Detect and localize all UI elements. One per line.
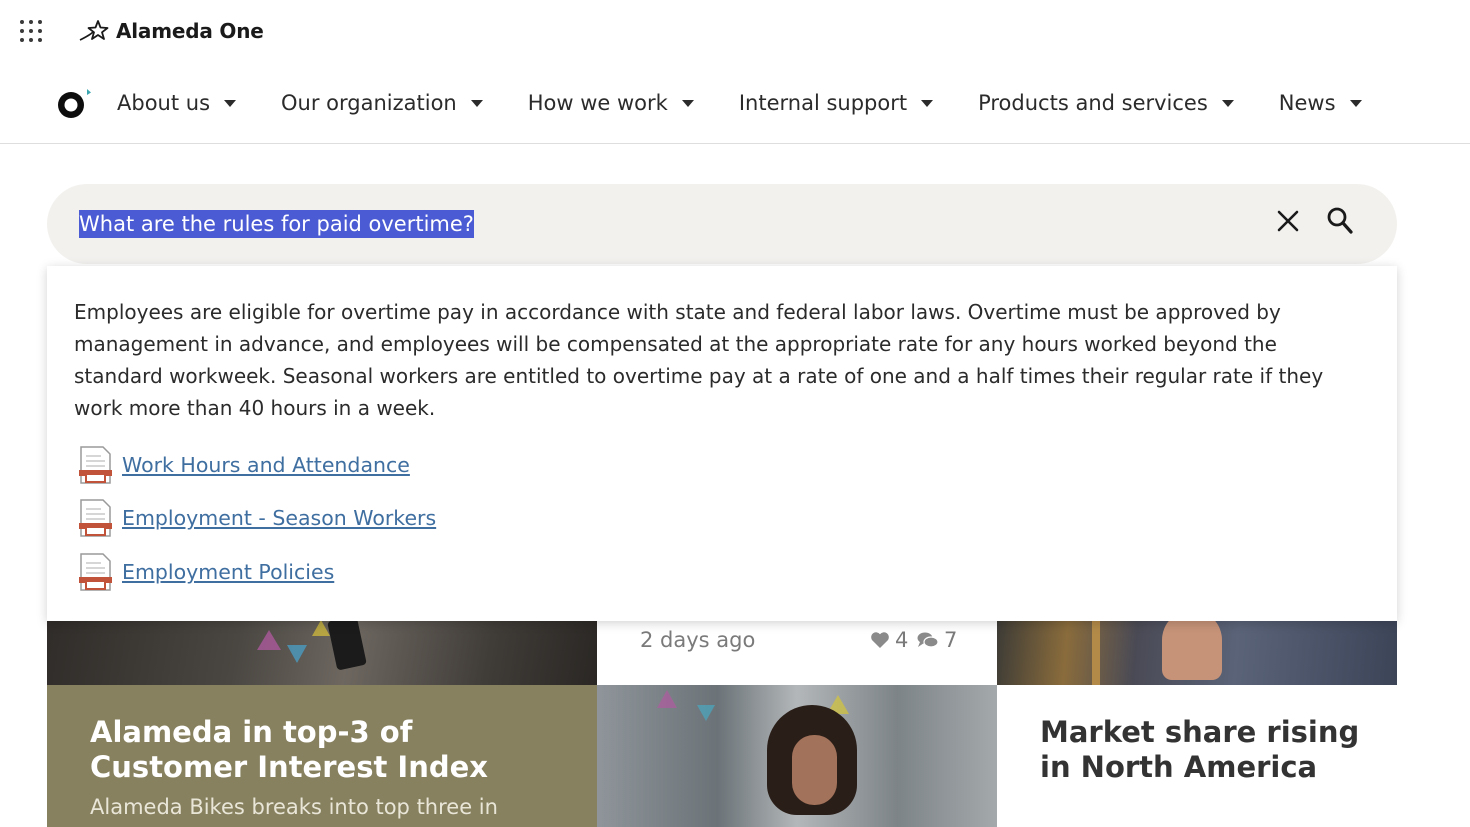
- brand-name: Alameda One: [116, 19, 264, 43]
- nav-products-and-services[interactable]: Products and services: [978, 91, 1234, 115]
- news-cards: 2 days ago 4 7 Alameda in top-3 of Custo…: [47, 600, 1397, 827]
- caret-down-icon: [470, 99, 483, 107]
- news-image-woman[interactable]: [597, 685, 997, 827]
- comments-button[interactable]: 7: [917, 628, 957, 652]
- link-label: Employment Policies: [122, 560, 335, 584]
- nav-label: About us: [117, 91, 211, 115]
- document-icon: [79, 499, 112, 537]
- main-navigation: About us Our organization How we work In…: [0, 62, 1470, 144]
- likes-count: 4: [895, 628, 909, 652]
- organization-logo-icon[interactable]: [54, 86, 94, 122]
- post-time: 2 days ago: [640, 628, 756, 652]
- news-title: Alameda in top-3 of Customer Interest In…: [90, 715, 488, 784]
- likes-button[interactable]: 4: [870, 628, 908, 652]
- link-label: Work Hours and Attendance: [122, 453, 410, 477]
- nav-internal-support[interactable]: Internal support: [738, 91, 934, 115]
- top-bar: Alameda One: [0, 0, 1470, 62]
- search-input[interactable]: What are the rules for paid overtime?: [79, 210, 474, 238]
- nav-label: How we work: [527, 91, 668, 115]
- caret-down-icon: [1221, 99, 1234, 107]
- search-bar: What are the rules for paid overtime?: [47, 184, 1397, 264]
- news-summary: Alameda Bikes breaks into top three in: [90, 795, 498, 819]
- link-label: Employment - Season Workers: [122, 506, 437, 530]
- nav-our-organization[interactable]: Our organization: [281, 91, 483, 115]
- document-icon: [79, 553, 112, 591]
- star-logo-icon: [79, 20, 109, 41]
- nav-how-we-work[interactable]: How we work: [528, 91, 694, 115]
- source-link-employment-policies[interactable]: Employment Policies: [79, 553, 334, 591]
- nav-news[interactable]: News: [1279, 91, 1362, 115]
- search-answer-panel: Employees are eligible for overtime pay …: [47, 266, 1397, 621]
- caret-down-icon: [681, 99, 694, 107]
- source-link-season-workers[interactable]: Employment - Season Workers: [79, 499, 436, 537]
- nav-label: Internal support: [738, 91, 908, 115]
- comments-icon: [917, 632, 939, 648]
- brand-logo[interactable]: Alameda One: [78, 16, 264, 46]
- comments-count: 7: [944, 628, 958, 652]
- source-link-work-hours[interactable]: Work Hours and Attendance: [79, 446, 410, 484]
- nav-label: Our organization: [281, 91, 457, 115]
- caret-down-icon: [224, 99, 237, 107]
- news-card-market-share[interactable]: Market share rising in North America: [997, 685, 1397, 827]
- search-icon[interactable]: [1326, 206, 1354, 236]
- news-title: Market share rising in North America: [1040, 715, 1360, 784]
- nav-about-us[interactable]: About us: [117, 91, 237, 115]
- nav-label: News: [1278, 91, 1336, 115]
- document-icon: [79, 446, 112, 484]
- heart-icon: [871, 632, 889, 648]
- caret-down-icon: [921, 99, 934, 107]
- close-icon[interactable]: [1275, 208, 1301, 234]
- app-launcher-icon[interactable]: [20, 20, 42, 42]
- news-card-customer-interest[interactable]: Alameda in top-3 of Customer Interest In…: [47, 685, 597, 827]
- caret-down-icon: [1349, 99, 1362, 107]
- answer-text: Employees are eligible for overtime pay …: [74, 300, 1324, 420]
- nav-label: Products and services: [978, 91, 1208, 115]
